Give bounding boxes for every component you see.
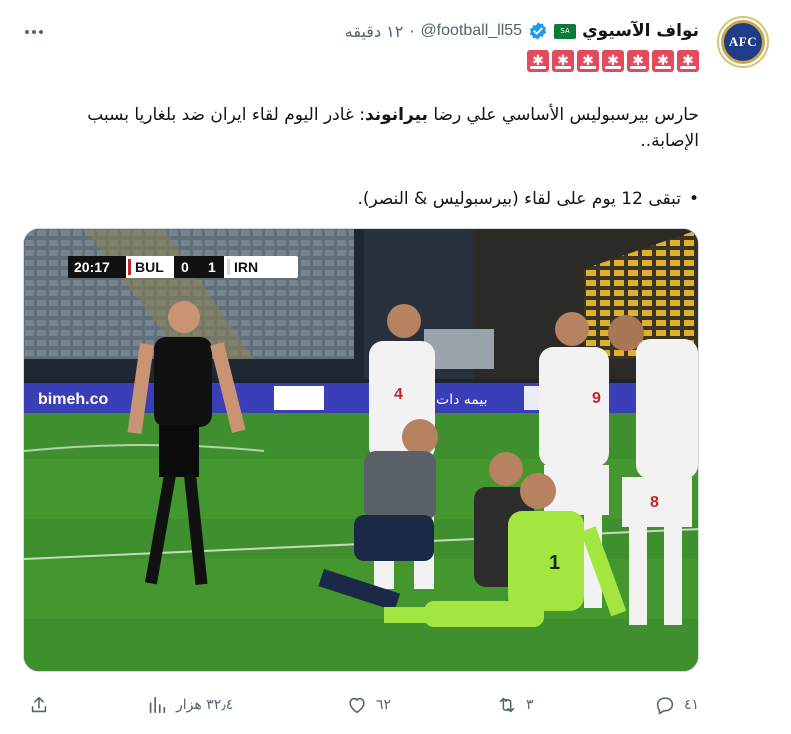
- tweet-card: AFC نواف الآسيوي SA @football_ll55 · ١٢ …: [0, 0, 791, 734]
- calendar-emoji-icon: ✱: [552, 50, 574, 72]
- post-text-paragraph: حارس بيرسبوليس الأساسي علي رضا بيرانوند:…: [87, 105, 699, 151]
- repost-button[interactable]: ٣: [496, 690, 534, 720]
- views-count: ٣٢٫٤ هزار: [176, 697, 234, 713]
- scoreboard: 20:17 BUL 0 1 IRN: [68, 256, 298, 278]
- calendar-emoji-icon: ✱: [602, 50, 624, 72]
- match-clock: 20:17: [74, 259, 110, 275]
- more-options-icon[interactable]: [22, 20, 46, 44]
- timestamp[interactable]: ١٢ دقيقه: [345, 22, 404, 41]
- shirt-number: 9: [592, 390, 601, 407]
- home-score: 0: [181, 259, 189, 275]
- calendar-emoji-icon: ✱: [577, 50, 599, 72]
- ad-board-left: bimeh.co: [38, 391, 108, 408]
- like-count: ٦٢: [376, 697, 392, 713]
- bold-name: بيرانوند: [364, 105, 428, 125]
- display-name[interactable]: نواف الآسيوي: [582, 21, 699, 41]
- away-team: IRN: [234, 259, 258, 275]
- repost-count: ٣: [526, 697, 534, 713]
- verified-badge-icon: [529, 22, 547, 40]
- home-team: BUL: [135, 259, 164, 275]
- calendar-emoji-icon: ✱: [627, 50, 649, 72]
- emoji-row: ✱ ✱ ✱ ✱ ✱ ✱ ✱: [527, 50, 699, 72]
- action-bar: ٤١ ٣ ٦٢ ٣٢٫٤ هزار: [0, 690, 791, 720]
- shirt-number: 4: [394, 386, 403, 403]
- separator-dot: ·: [409, 21, 415, 41]
- post-image[interactable]: bimeh.co بيمه دات كام 20:17 BUL 0 1 IRN …: [23, 228, 699, 672]
- share-button[interactable]: [28, 690, 50, 720]
- reply-count: ٤١: [683, 697, 699, 713]
- repost-icon: [499, 697, 515, 713]
- views-chart-icon: [149, 696, 166, 714]
- reply-icon: [656, 697, 674, 715]
- away-score: 1: [208, 259, 216, 275]
- avatar[interactable]: AFC: [717, 16, 769, 68]
- calendar-emoji-icon: ✱: [527, 50, 549, 72]
- calendar-emoji-icon: ✱: [652, 50, 674, 72]
- post-text-bullet: •تبقى 12 يوم على لقاء (بيرسبوليس & النصر…: [357, 189, 699, 209]
- shirt-number: 8: [650, 494, 659, 511]
- author-row: نواف الآسيوي SA @football_ll55 · ١٢ دقيق…: [345, 18, 699, 44]
- share-icon: [31, 696, 47, 713]
- views-button[interactable]: ٣٢٫٤ هزار: [146, 690, 233, 720]
- bullet: •: [688, 189, 699, 209]
- match-photo: bimeh.co بيمه دات كام 20:17 BUL 0 1 IRN …: [24, 229, 698, 671]
- reply-button[interactable]: ٤١: [654, 690, 699, 720]
- handle[interactable]: @football_ll55: [420, 22, 522, 40]
- like-button[interactable]: ٦٢: [346, 690, 391, 720]
- shirt-number: 1: [549, 552, 560, 574]
- saudi-flag-icon: SA: [554, 23, 577, 39]
- heart-icon: [349, 697, 365, 714]
- calendar-emoji-icon: ✱: [677, 50, 699, 72]
- afc-logo: AFC: [721, 20, 765, 64]
